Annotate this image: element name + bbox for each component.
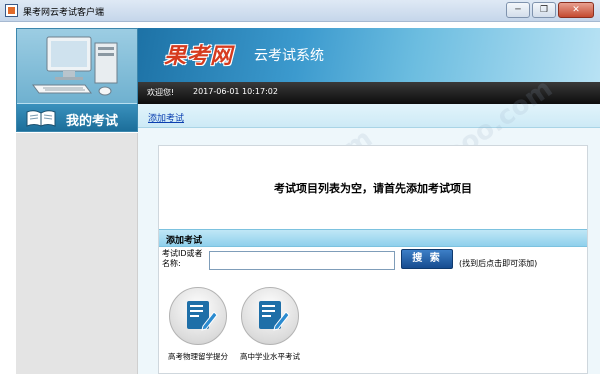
- window-titlebar: 果考网云考试客户端 ─ ❐ ✕: [0, 0, 600, 22]
- document-edit-icon: [187, 301, 218, 331]
- window-title: 果考网云考试客户端: [23, 8, 105, 18]
- my-exam-tab[interactable]: 我的考试: [17, 103, 137, 131]
- toolbar: 添加考试: [138, 104, 600, 128]
- exam-item-label: 高考物理留学提分: [168, 352, 228, 361]
- my-exam-label: 我的考试: [66, 114, 119, 129]
- sidebar: [16, 133, 138, 374]
- brand-logo: 果考网: [164, 43, 234, 69]
- document-edit-icon: [259, 301, 290, 331]
- system-subtitle: 云考试系统: [254, 48, 324, 64]
- book-icon: [26, 110, 56, 127]
- add-exam-section-title: 添加考试: [166, 236, 203, 246]
- app-icon: [5, 4, 18, 17]
- search-hint: (找到后点击即可添加): [459, 259, 538, 268]
- exam-id-label: 考试ID或者名称:: [162, 249, 203, 268]
- header-banner: 果考网 云考试系统: [138, 28, 600, 82]
- exam-item-circle[interactable]: [169, 287, 227, 345]
- computer-icon: [32, 36, 118, 96]
- close-button[interactable]: ✕: [558, 2, 594, 18]
- exam-item[interactable]: 高中学业水平考试: [237, 287, 303, 369]
- left-header-panel: 我的考试: [16, 28, 138, 132]
- current-datetime: 2017-06-01 10:17:02: [193, 87, 278, 96]
- search-button[interactable]: 搜 索: [401, 249, 453, 269]
- welcome-text: 欢迎您!: [147, 88, 175, 97]
- add-exam-link[interactable]: 添加考试: [148, 111, 184, 124]
- exam-search-input[interactable]: [209, 251, 395, 270]
- maximize-button[interactable]: ❐: [532, 2, 556, 18]
- exam-item-label: 高中学业水平考试: [240, 352, 300, 361]
- exam-item-circle[interactable]: [241, 287, 299, 345]
- empty-list-message: 考试项目列表为空，请首先添加考试项目: [274, 182, 472, 195]
- add-exam-section-header: 添加考试: [159, 229, 587, 247]
- exam-item[interactable]: 高考物理留学提分: [165, 287, 231, 369]
- welcome-bar: 欢迎您! 2017-06-01 10:17:02: [138, 82, 600, 104]
- exam-panel: 考试项目列表为空，请首先添加考试项目 添加考试 考试ID或者名称: 搜 索 (找…: [158, 145, 588, 374]
- minimize-button[interactable]: ─: [506, 2, 530, 18]
- window-controls: ─ ❐ ✕: [506, 2, 594, 18]
